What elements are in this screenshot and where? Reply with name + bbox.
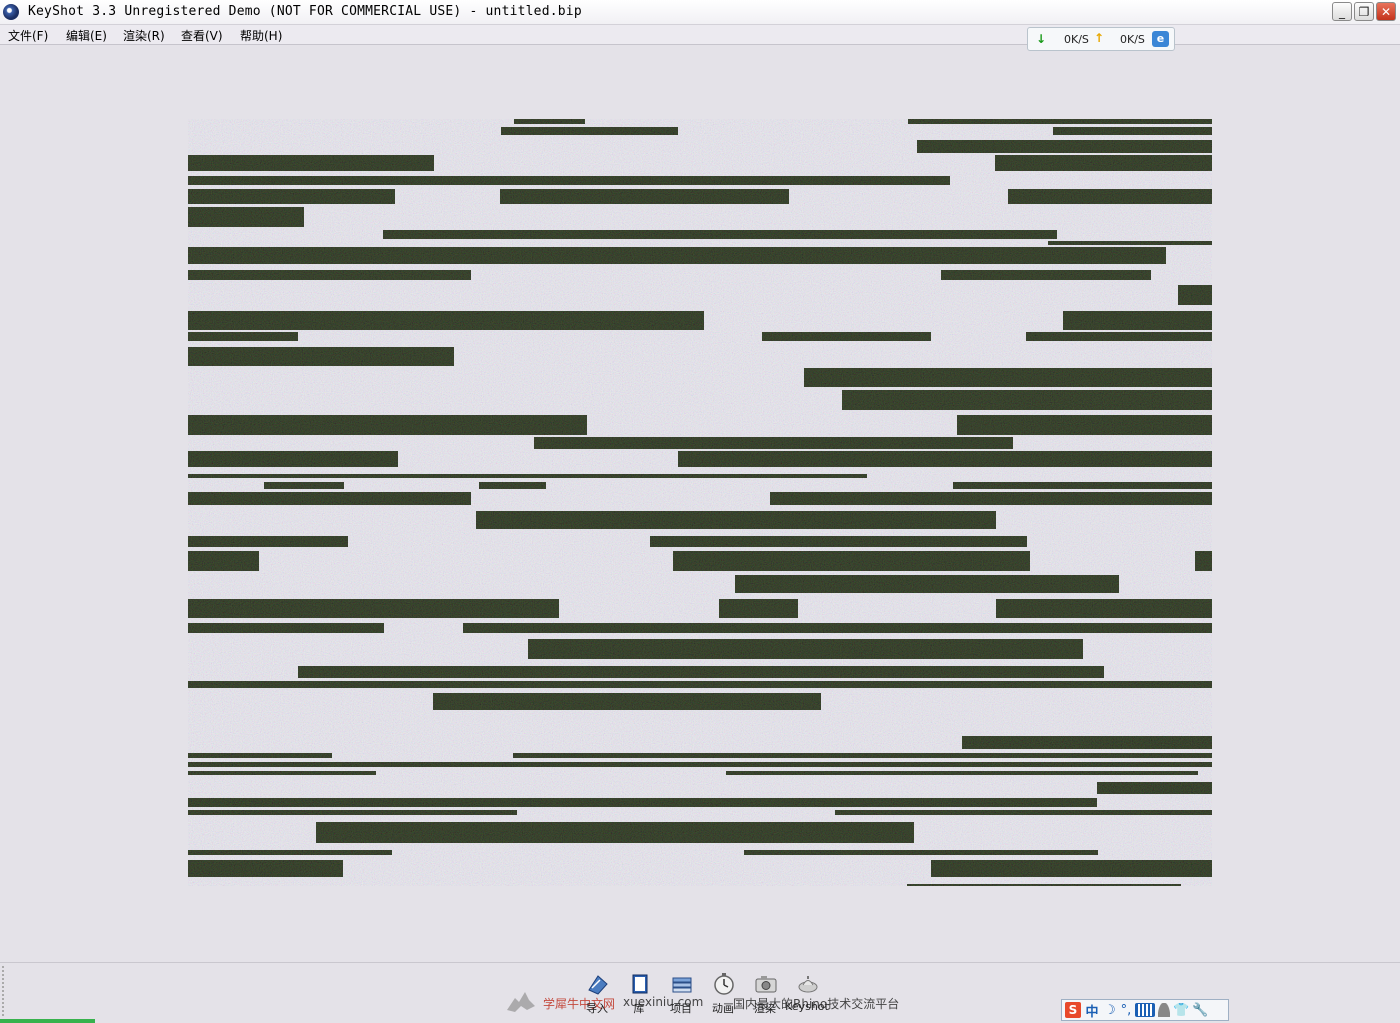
title-bar: KeyShot 3.3 Unregistered Demo (NOT FOR C… <box>0 0 1400 25</box>
keyshot-app-icon[interactable] <box>3 4 19 20</box>
menu-view[interactable]: 查看(V) <box>181 27 223 44</box>
ime-chinese-mode[interactable]: 中 <box>1084 1001 1100 1020</box>
render-button[interactable]: 渲染 <box>743 970 787 1018</box>
keyshot-button[interactable]: Keyshot <box>785 970 829 1018</box>
restore-button[interactable]: ❐ <box>1354 2 1374 21</box>
project-label: 项目 <box>670 1002 692 1015</box>
menu-file[interactable]: 文件(F) <box>8 27 48 44</box>
network-speed-widget[interactable]: ↓ 0K/S ↑ 0K/S e <box>1027 27 1175 51</box>
animation-label: 动画 <box>712 1002 734 1015</box>
main-toolbar: 导入 库 项目 动画 渲染 Keyshot <box>575 970 835 1020</box>
window-title: KeyShot 3.3 Unregistered Demo (NOT FOR C… <box>28 4 582 19</box>
viewport-noise-canvas <box>188 119 1212 886</box>
library-label: 库 <box>633 1002 645 1015</box>
bottom-divider <box>0 962 1400 963</box>
render-label: 渲染 <box>754 1002 776 1015</box>
user-icon[interactable] <box>1158 1003 1170 1017</box>
ime-status-bar[interactable]: S 中 ☽ °, 👕 🔧 <box>1061 999 1229 1021</box>
upload-speed: 0K/S <box>1120 33 1145 46</box>
upload-arrow-icon: ↑ <box>1094 31 1105 45</box>
rhino-logo-icon <box>507 992 535 1012</box>
keyshot-icon <box>798 976 818 993</box>
import-button[interactable]: 导入 <box>575 970 619 1018</box>
render-icon <box>755 976 777 993</box>
sogou-logo-icon[interactable]: S <box>1065 1002 1081 1018</box>
library-button[interactable]: 库 <box>617 970 661 1018</box>
punctuation-icon[interactable]: °, <box>1120 1003 1132 1018</box>
animation-button[interactable]: 动画 <box>701 970 745 1018</box>
soft-keyboard-icon[interactable] <box>1135 1003 1155 1017</box>
browser-icon[interactable]: e <box>1152 31 1169 47</box>
minimize-button[interactable]: _ <box>1332 2 1352 21</box>
close-button[interactable]: ✕ <box>1376 2 1396 21</box>
library-icon <box>632 974 648 994</box>
settings-wrench-icon[interactable]: 🔧 <box>1192 1003 1208 1018</box>
progress-indicator <box>0 1019 95 1023</box>
download-speed: 0K/S <box>1064 33 1089 46</box>
menu-help[interactable]: 帮助(H) <box>240 27 282 44</box>
half-width-moon-icon[interactable]: ☽ <box>1103 1003 1117 1018</box>
resize-grip[interactable] <box>2 966 7 1016</box>
project-icon <box>672 977 692 993</box>
import-label: 导入 <box>586 1002 608 1015</box>
keyshot-label: Keyshot <box>785 1000 829 1013</box>
render-viewport[interactable] <box>188 119 1212 886</box>
project-button[interactable]: 项目 <box>659 970 703 1018</box>
animation-icon <box>714 973 734 995</box>
import-icon <box>588 975 608 995</box>
menu-render[interactable]: 渲染(R) <box>123 27 165 44</box>
skin-shirt-icon[interactable]: 👕 <box>1173 1003 1189 1018</box>
menu-edit[interactable]: 编辑(E) <box>66 27 107 44</box>
menu-bar: 文件(F) 编辑(E) 渲染(R) 查看(V) 帮助(H) <box>0 25 1400 45</box>
download-arrow-icon: ↓ <box>1036 32 1047 46</box>
